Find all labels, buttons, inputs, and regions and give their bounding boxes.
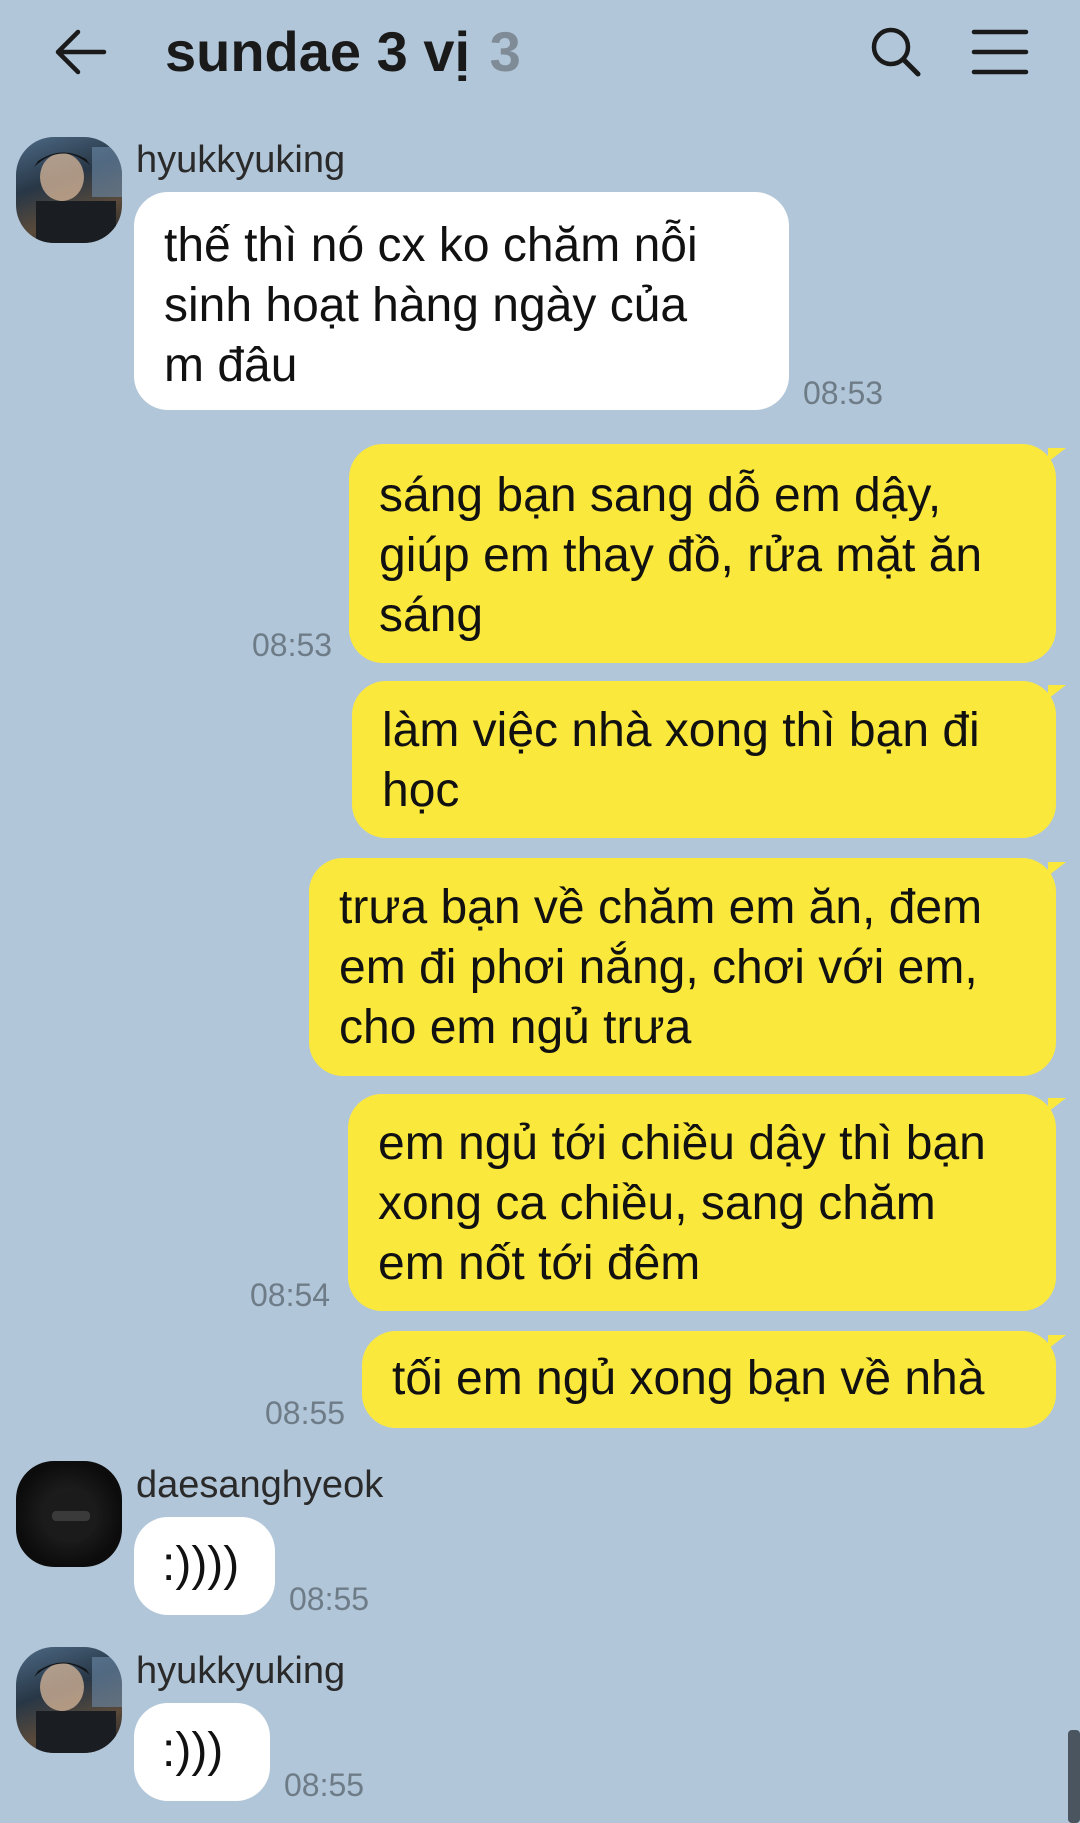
bubble-tail [1048, 685, 1066, 699]
back-button[interactable] [50, 24, 110, 80]
message-text: tối em ngủ xong bạn về nhà [392, 1352, 985, 1405]
menu-button[interactable] [970, 26, 1030, 78]
message-bubble[interactable]: :)))) [134, 1517, 275, 1615]
message-text: em đi phơi nắng, chơi với em, [339, 941, 978, 994]
chat-title-text: sundae 3 vị [165, 20, 471, 83]
message-bubble[interactable]: sáng bạn sang dỗ em dậy, giúp em thay đồ… [349, 444, 1056, 663]
message-time: 08:55 [284, 1767, 365, 1803]
message-bubble[interactable]: làm việc nhà xong thì bạn đi học [352, 681, 1056, 838]
message-text: sáng [379, 589, 484, 642]
message-bubble[interactable]: thế thì nó cx ko chăm nỗi sinh hoạt hàng… [134, 192, 789, 410]
search-button[interactable] [868, 24, 924, 80]
hamburger-menu-icon [971, 29, 1029, 75]
profile-photo-icon [42, 1491, 98, 1543]
sender-name: hyukkyuking [136, 1650, 346, 1692]
message-bubble[interactable]: :))) [134, 1703, 270, 1801]
message-text: giúp em thay đồ, rửa mặt ăn [379, 529, 983, 582]
message-time: 08:53 [803, 375, 884, 411]
message-time: 08:55 [289, 1581, 370, 1617]
bubble-tail [1048, 862, 1066, 876]
message-text: :)))) [162, 1538, 240, 1591]
sender-name: hyukkyuking [136, 139, 346, 181]
message-text: học [382, 764, 460, 817]
message-text: thế thì nó cx ko chăm nỗi [164, 219, 698, 272]
profile-photo-icon [34, 147, 122, 243]
sender-name: daesanghyeok [136, 1464, 384, 1506]
avatar-hyukkyuking[interactable] [16, 1647, 122, 1753]
avatar-daesanghyeok[interactable] [16, 1461, 122, 1567]
avatar-hyukkyuking[interactable] [16, 137, 122, 243]
message-text: em ngủ tới chiều dậy thì bạn [378, 1117, 986, 1170]
message-time: 08:53 [252, 627, 333, 663]
search-icon [871, 27, 921, 77]
message-time: 08:55 [265, 1395, 346, 1431]
profile-photo-icon [34, 1657, 122, 1753]
message-text: sinh hoạt hàng ngày của [164, 279, 688, 332]
message-text: sáng bạn sang dỗ em dậy, [379, 469, 942, 522]
message-text: làm việc nhà xong thì bạn đi [382, 704, 980, 757]
message-text: xong ca chiều, sang chăm [378, 1177, 936, 1230]
message-text: trưa bạn về chăm em ăn, đem [339, 881, 983, 934]
message-text: cho em ngủ trưa [339, 1001, 692, 1054]
message-time: 08:54 [250, 1277, 331, 1313]
message-bubble[interactable]: tối em ngủ xong bạn về nhà [362, 1331, 1056, 1428]
bubble-tail [1048, 1335, 1066, 1349]
message-text: m đâu [164, 339, 298, 392]
member-count: 3 [489, 20, 521, 83]
message-bubble[interactable]: trưa bạn về chăm em ăn, đem em đi phơi n… [309, 858, 1056, 1076]
arrow-left-icon [55, 29, 107, 75]
scrollbar[interactable] [1068, 1730, 1080, 1823]
bubble-tail [1048, 448, 1066, 462]
message-text: em nốt tới đêm [378, 1237, 701, 1290]
chat-title: sundae 3 vị 3 [165, 20, 521, 84]
message-bubble[interactable]: em ngủ tới chiều dậy thì bạn xong ca chi… [348, 1094, 1056, 1311]
bubble-tail [1048, 1098, 1066, 1112]
message-text: :))) [162, 1724, 224, 1777]
chat-header: sundae 3 vị 3 [0, 0, 1080, 110]
